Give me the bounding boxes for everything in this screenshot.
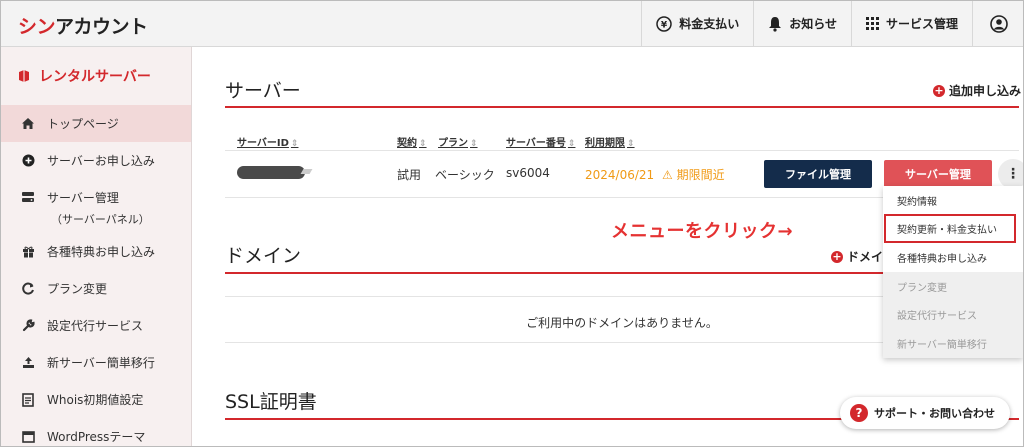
domain-section-title: ドメイン	[225, 245, 302, 267]
ssl-section-title: SSL証明書	[225, 391, 317, 413]
menu-item-server-migration: 新サーバー簡単移行	[883, 329, 1023, 358]
grid-icon	[865, 17, 879, 30]
plus-icon: +	[831, 249, 843, 263]
nav-service-management[interactable]: サービス管理	[850, 1, 972, 46]
section-divider	[225, 106, 1019, 108]
server-icon	[20, 191, 36, 203]
sort-icon: ⇕	[470, 139, 478, 149]
sidebar-item-server-migration[interactable]: 新サーバー簡単移行	[1, 344, 191, 381]
top-header: シンアカウント ¥ 料金支払い お知らせ サービス管理	[1, 1, 1023, 47]
sort-icon: ⇕	[290, 139, 299, 149]
instruction-annotation: メニューをクリック→	[611, 221, 794, 242]
kebab-menu-button[interactable]: ⋮	[998, 159, 1023, 189]
server-management-button[interactable]: サーバー管理	[884, 160, 992, 188]
nav-notifications[interactable]: お知らせ	[753, 1, 851, 46]
support-contact-button[interactable]: ? サポート・お問い合わせ	[840, 397, 1010, 429]
add-domain-link[interactable]: + ドメイ	[831, 248, 883, 265]
menu-item-special-offers[interactable]: 各種特典お申し込み	[883, 243, 1023, 272]
sidebar-title[interactable]: レンタルサーバー	[1, 47, 191, 105]
cell-plan: ベーシック	[435, 168, 495, 182]
warning-icon: ⚠	[662, 168, 673, 182]
wrench-icon	[20, 319, 36, 332]
sort-icon: ⇕	[419, 139, 427, 149]
document-icon	[20, 392, 36, 407]
page: シンアカウント ¥ 料金支払い お知らせ サービス管理 レンタルサーバー トップ…	[0, 0, 1024, 447]
sidebar-item-top-page[interactable]: トップページ	[1, 105, 191, 142]
header-nav: ¥ 料金支払い お知らせ サービス管理	[641, 1, 1023, 46]
sidebar-item-whois[interactable]: Whois初期値設定	[1, 381, 191, 418]
window-icon	[20, 430, 36, 443]
server-brand-icon	[18, 69, 30, 83]
gift-icon	[20, 245, 36, 258]
cell-contract: 試用	[397, 168, 422, 182]
logo[interactable]: シンアカウント	[18, 12, 148, 39]
user-circle-icon	[990, 14, 1008, 33]
upload-icon	[20, 356, 36, 369]
nav-payment[interactable]: ¥ 料金支払い	[641, 1, 753, 46]
menu-item-renew-payment[interactable]: 契約更新・料金支払い	[884, 214, 1016, 243]
cell-server-number: sv6004	[506, 166, 550, 180]
sidebar-item-wordpress-theme[interactable]: WordPressテーマ	[1, 418, 191, 446]
sidebar: レンタルサーバー トップページ サーバーお申し込み サーバー管理 （サーバーパネ…	[1, 47, 192, 446]
sidebar-item-server-management[interactable]: サーバー管理 （サーバーパネル）	[1, 179, 191, 233]
sidebar-item-sublabel: （サーバーパネル）	[51, 213, 150, 226]
plus-icon: +	[933, 83, 945, 97]
column-header-expiry[interactable]: 利用期限 ⇕	[585, 134, 635, 149]
sidebar-item-label: サーバー管理	[47, 191, 119, 205]
menu-item-contract-info[interactable]: 契約情報	[883, 186, 1023, 215]
sidebar-item-server-signup[interactable]: サーバーお申し込み	[1, 142, 191, 179]
sort-icon: ⇕	[627, 139, 635, 149]
sidebar-item-special-offers[interactable]: 各種特典お申し込み	[1, 233, 191, 270]
masked-server-id-tail	[300, 169, 313, 174]
account-menu[interactable]	[972, 1, 1023, 46]
masked-server-id	[237, 166, 305, 179]
table-divider	[225, 150, 1019, 151]
column-header-contract[interactable]: 契約 ⇕	[397, 134, 427, 149]
file-management-button[interactable]: ファイル管理	[764, 160, 872, 188]
cell-expiry: 2024/06/21 ⚠ 期限間近	[585, 168, 725, 182]
server-actions-dropdown: 契約情報 契約更新・料金支払い 各種特典お申し込み プラン変更 設定代行サービス…	[883, 186, 1023, 358]
sidebar-item-setup-service[interactable]: 設定代行サービス	[1, 307, 191, 344]
plus-circle-icon	[20, 154, 36, 167]
column-header-server-id[interactable]: サーバーID ⇕	[237, 134, 298, 149]
menu-item-setup-service: 設定代行サービス	[883, 300, 1023, 329]
server-section-title: サーバー	[225, 80, 301, 102]
column-header-plan[interactable]: プラン ⇕	[438, 134, 478, 149]
help-icon: ?	[850, 404, 868, 422]
sort-icon: ⇕	[567, 139, 576, 149]
menu-item-plan-change: プラン変更	[883, 272, 1023, 301]
bell-icon	[768, 16, 782, 32]
home-icon	[20, 117, 36, 130]
sidebar-item-plan-change[interactable]: プラン変更	[1, 270, 191, 307]
yen-icon: ¥	[656, 15, 672, 32]
svg-text:¥: ¥	[661, 20, 668, 30]
refresh-icon	[20, 282, 36, 295]
column-header-server-number[interactable]: サーバー番号 ⇕	[506, 134, 575, 149]
add-server-link[interactable]: + 追加申し込み	[933, 82, 1021, 99]
